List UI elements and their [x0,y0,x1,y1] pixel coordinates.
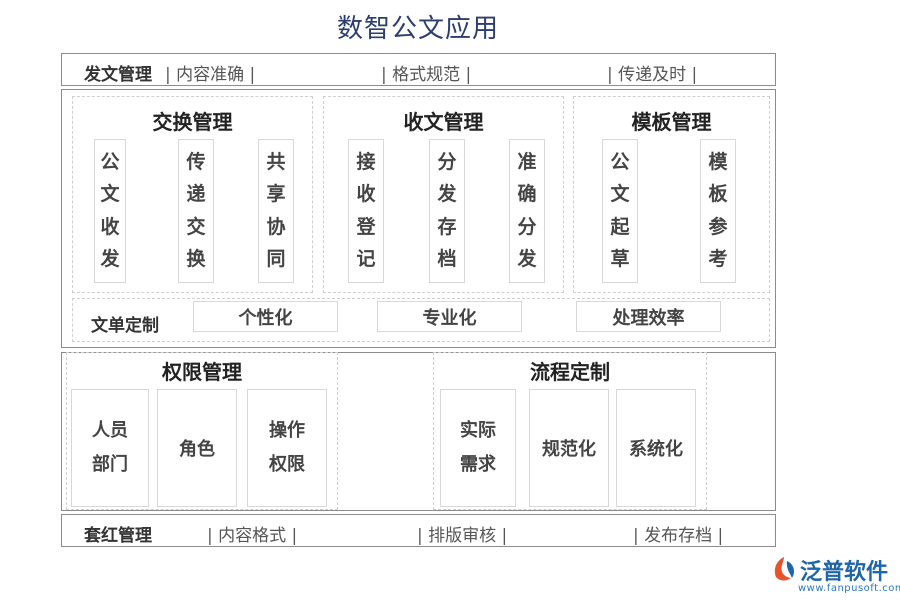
personalization-cell: 个性化 [193,301,338,332]
exchange-col-doc-send: 公 文 收 发 [94,139,126,283]
process-title: 流程定制 [530,360,610,384]
dispatch-management-row: 发文管理 | 内容准确 | | 格式规范 | | 传递及时 | [61,53,776,86]
brand-url: www.fanpusoft.com [798,583,900,594]
char: 登 [356,215,376,238]
char: 确 [517,183,537,206]
char: 准 [517,150,537,173]
exchange-col-transfer: 传 递 交 换 [178,139,214,283]
permission-title: 权限管理 [162,360,242,384]
char: 文 [100,183,120,206]
red-header-item-publish: | 发布存档 | [633,526,724,546]
exchange-title: 交换管理 [152,110,233,134]
char: 发 [100,248,120,271]
char: 分 [517,215,537,238]
red-header-item-content: | 内容格式 | [207,526,298,546]
char: 考 [708,248,728,271]
char: 分 [437,150,457,173]
char: 文 [610,183,630,206]
receive-col-register: 接 收 登 记 [348,139,384,283]
personnel-department-cell: 人员 部门 [71,389,149,507]
char: 协 [266,215,286,238]
char: 起 [610,215,630,238]
char: 记 [356,248,376,271]
char: 交 [186,215,206,238]
processing-efficiency-cell: 处理效率 [576,301,721,332]
cell-line: 人员 [92,420,128,441]
template-col-draft: 公 文 起 草 [602,139,638,283]
char: 接 [356,150,376,173]
char: 共 [266,150,286,173]
char: 同 [266,248,286,271]
cell-line: 需求 [460,454,496,475]
char: 享 [266,183,286,206]
exchange-col-share: 共 享 协 同 [258,139,294,283]
char: 收 [356,183,376,206]
dispatch-item-delivery: | 传递及时 | [607,65,698,85]
template-title: 模板管理 [631,110,712,134]
red-header-label: 套红管理 [84,526,152,546]
receive-col-distribute: 准 确 分 发 [509,139,545,283]
red-header-item-layout: | 排版审核 | [417,526,508,546]
dispatch-item-format: | 格式规范 | [381,65,472,85]
fanpu-logo-icon [774,557,795,581]
operation-permission-cell: 操作 权限 [247,389,327,507]
systematization-cell: 系统化 [616,389,696,507]
form-customization-label: 文单定制 [91,316,159,336]
char: 公 [100,150,120,173]
receive-col-archive: 分 发 存 档 [429,139,465,283]
char: 板 [708,183,728,206]
page-title: 数智公文应用 [336,14,499,44]
char: 递 [186,183,206,206]
cell-line: 权限 [269,454,305,475]
dispatch-item-content: | 内容准确 | [165,65,256,85]
char: 收 [100,215,120,238]
professionalization-cell: 专业化 [377,301,522,332]
template-col-reference: 模 板 参 考 [700,139,736,283]
char: 公 [610,150,630,173]
char: 模 [708,150,728,173]
brand-logo: 泛普软件 www.fanpusoft.com [770,552,900,596]
char: 草 [610,248,630,271]
char: 参 [708,215,728,238]
cell-line: 操作 [269,420,305,441]
cell-line: 实际 [460,420,496,441]
char: 档 [437,248,457,271]
actual-needs-cell: 实际 需求 [440,389,516,507]
standardization-cell: 规范化 [529,389,609,507]
cell-line: 部门 [92,454,128,475]
receive-title: 收文管理 [403,110,484,134]
char: 发 [517,248,537,271]
red-header-management-row: 套红管理 | 内容格式 | | 排版审核 | | 发布存档 | [61,514,776,547]
role-cell: 角色 [157,389,237,507]
char: 发 [437,183,457,206]
char: 存 [437,215,457,238]
brand-name: 泛普软件 [800,560,889,585]
char: 换 [186,248,206,271]
char: 传 [186,150,206,173]
dispatch-label: 发文管理 [84,65,152,85]
